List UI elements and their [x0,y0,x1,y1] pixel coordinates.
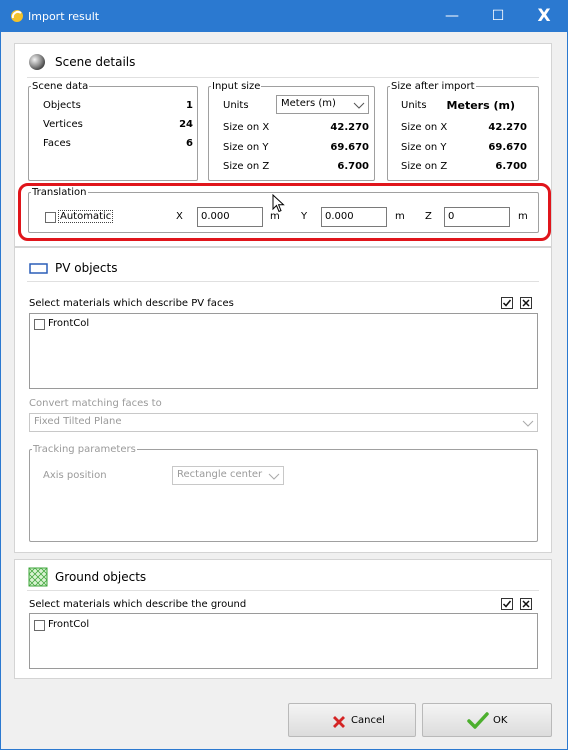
input-units-label: Units [223,100,249,111]
input-units-value: Meters (m) [281,98,336,109]
axis-position-value: Rectangle center [177,469,263,480]
cancel-label: Cancel [351,715,385,726]
title-bar[interactable]: Import result — ☐ X [1,1,567,32]
input-size-legend: Input size [212,81,261,92]
input-size-x-label: Size on X [223,122,270,133]
faces-value: 6 [186,138,193,149]
vertices-label: Vertices [43,119,83,130]
chevron-down-icon [268,473,280,480]
sphere-icon [29,54,45,70]
pv-material-checkbox[interactable] [34,319,45,330]
app-icon [11,10,23,22]
objects-label: Objects [43,100,81,111]
convert-select[interactable]: Fixed Tilted Plane [29,413,538,432]
after-size-z-label: Size on Z [401,161,448,172]
chevron-down-icon [353,102,365,109]
scene-data-group: Scene data [28,81,198,181]
after-size-x-value: 42.270 [488,122,527,133]
cancel-button[interactable]: Cancel [288,703,416,737]
divider [27,77,539,78]
input-size-z-value: 6.700 [337,161,369,172]
axis-position-label: Axis position [43,470,107,481]
ground-objects-title: Ground objects [55,570,147,584]
divider [27,590,539,591]
convert-label: Convert matching faces to [29,398,162,409]
scene-data-legend: Scene data [32,81,89,92]
after-size-y-value: 69.670 [488,142,527,153]
window-title: Import result [28,10,100,23]
input-size-x-value: 42.270 [330,122,369,133]
size-after-import-legend: Size after import [391,81,475,92]
ground-material-checkbox[interactable] [34,620,45,631]
axis-position-select[interactable]: Rectangle center [172,466,284,485]
tracking-legend: Tracking parameters [33,444,136,455]
faces-label: Faces [43,138,71,149]
input-units-select[interactable]: Meters (m) [276,95,369,114]
close-button[interactable]: X [521,1,567,32]
ok-button[interactable]: OK [422,703,552,737]
after-units-label: Units [401,100,427,111]
after-size-y-label: Size on Y [401,142,447,153]
import-result-window: Import result — ☐ X Scene details Scene … [0,0,568,750]
ground-objects-panel: Ground objects Select materials which de… [14,559,552,679]
check-all-icon[interactable] [501,598,513,610]
after-size-x-label: Size on X [401,122,448,133]
vertices-value: 24 [179,119,193,130]
minimize-button[interactable]: — [429,1,475,32]
input-size-y-value: 69.670 [330,142,369,153]
ground-material-label[interactable]: FrontCol [48,619,89,630]
checkmark-icon [467,712,489,729]
ground-mesh-icon [28,567,48,587]
cancel-x-icon [333,716,345,728]
check-all-icon[interactable] [501,297,513,309]
ok-label: OK [493,715,508,726]
ground-select-label: Select materials which describe the grou… [29,599,247,610]
uncheck-all-icon[interactable] [520,297,532,309]
divider [27,281,539,282]
pv-objects-title: PV objects [55,261,118,275]
scene-details-title: Scene details [55,55,136,69]
pv-objects-panel: PV objects Select materials which descri… [14,247,552,553]
pv-objects-header: PV objects [27,258,327,278]
tracking-parameters-group: Tracking parameters [29,444,538,542]
pv-plane-icon [29,263,48,274]
input-size-z-label: Size on Z [223,161,270,172]
cursor-icon [272,194,285,213]
after-size-z-value: 6.700 [495,161,527,172]
ground-materials-list[interactable]: FrontCol [29,613,538,669]
ground-objects-header: Ground objects [27,567,327,587]
uncheck-all-icon[interactable] [520,598,532,610]
convert-value: Fixed Tilted Plane [34,416,122,427]
pv-material-label[interactable]: FrontCol [48,318,89,329]
pv-materials-list[interactable]: FrontCol [29,313,538,389]
chevron-down-icon [522,420,534,427]
objects-value: 1 [186,100,193,111]
scene-details-header: Scene details [27,52,327,72]
input-size-y-label: Size on Y [223,142,269,153]
after-units-value: Meters (m) [446,99,515,112]
maximize-button[interactable]: ☐ [475,1,521,32]
pv-select-label: Select materials which describe PV faces [29,298,234,309]
